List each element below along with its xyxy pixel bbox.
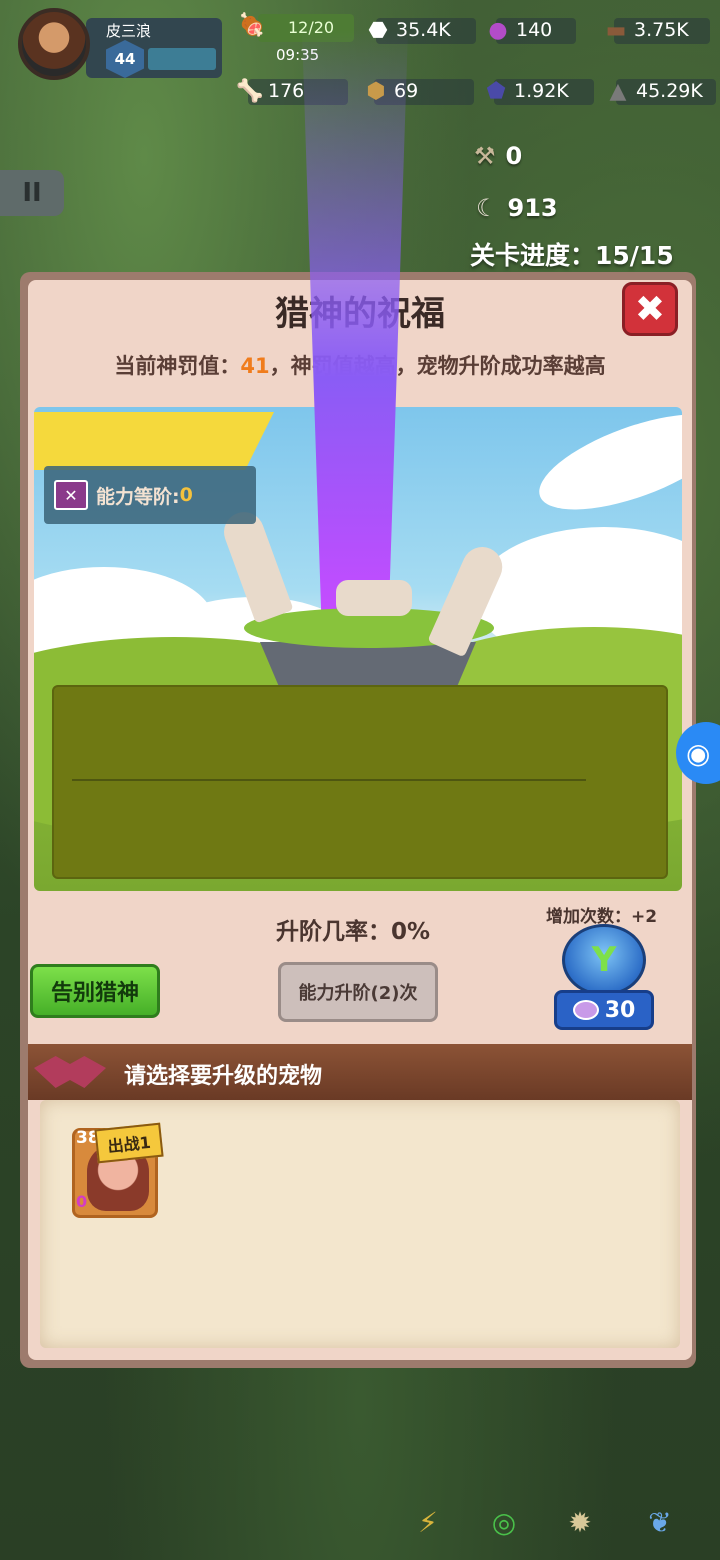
tool-count: 0 bbox=[505, 142, 523, 170]
bone-icon: 🦴 bbox=[236, 78, 264, 104]
wood-icon: ▬ bbox=[605, 17, 627, 43]
ability-value: 0 bbox=[179, 484, 193, 506]
ability-level-tag: ✕ 能力等阶: 0 bbox=[44, 466, 256, 524]
punishment-value: 41 bbox=[240, 354, 270, 378]
gamepad-icon: ◉ bbox=[686, 736, 711, 770]
add-count-orb-button[interactable]: Y bbox=[562, 924, 646, 996]
pause-icon: II bbox=[22, 178, 42, 208]
ore-icon: ▲ bbox=[609, 78, 627, 104]
meat-icon: 🍖 bbox=[238, 12, 266, 38]
pet-deploy-tag: 出战1 bbox=[94, 1122, 164, 1164]
pickaxe-icon: ⚒ bbox=[474, 142, 496, 170]
cloud bbox=[528, 407, 682, 530]
resource-wood[interactable]: ▬ 3.75K bbox=[600, 15, 710, 45]
ability-icon: ✕ bbox=[54, 480, 88, 510]
resource-ore[interactable]: ▲ 45.29K bbox=[602, 76, 716, 106]
add-count-cost[interactable]: 30 bbox=[554, 990, 654, 1030]
claw-stat: ☾ 913 bbox=[476, 194, 558, 222]
claw-icon: ☾ bbox=[476, 194, 498, 222]
crystal-icon: ⬟ bbox=[486, 78, 506, 104]
cost-value: 30 bbox=[604, 997, 636, 1023]
player-name: 皮三浪 bbox=[106, 22, 152, 40]
energy-resource[interactable]: 🍖 bbox=[236, 10, 268, 40]
resource-value: 140 bbox=[516, 19, 553, 41]
resource-orb[interactable]: ● 140 bbox=[482, 15, 576, 45]
upgrade-rate: 升阶几率：0% bbox=[276, 919, 431, 945]
player-avatar[interactable] bbox=[18, 8, 90, 80]
resource-value: 69 bbox=[394, 80, 419, 102]
pet-select-prompt: 请选择要升级的宠物 bbox=[124, 1064, 323, 1089]
close-icon: ✖ bbox=[634, 288, 666, 330]
claw-count: 913 bbox=[507, 194, 558, 222]
lightning-icon[interactable]: ⚡ bbox=[408, 1502, 448, 1542]
stone-icon: ⬣ bbox=[368, 17, 388, 43]
resource-value: 176 bbox=[268, 80, 305, 102]
fossil-icon: ⬢ bbox=[366, 78, 386, 104]
pause-button[interactable]: II bbox=[0, 170, 64, 216]
resource-fossil[interactable]: ⬢ 69 bbox=[360, 76, 474, 106]
purple-orb-icon bbox=[572, 1000, 599, 1020]
resource-value: 1.92K bbox=[514, 80, 569, 102]
resource-stone[interactable]: ⬣ 35.4K bbox=[362, 15, 476, 45]
resource-crystal[interactable]: ⬟ 1.92K bbox=[480, 76, 594, 106]
sun-icon[interactable]: ✹ bbox=[560, 1502, 600, 1542]
purple-orb-icon: ● bbox=[488, 17, 508, 43]
sprout-icon: Y bbox=[591, 940, 617, 980]
close-button[interactable]: ✖ bbox=[622, 282, 678, 336]
bone-center bbox=[336, 580, 412, 616]
wing-icon[interactable]: ❦ bbox=[640, 1502, 680, 1542]
ability-label: 能力等阶: bbox=[96, 485, 180, 508]
resource-value: 35.4K bbox=[396, 19, 451, 41]
info-divider bbox=[72, 779, 586, 781]
resource-bone[interactable]: 🦴 176 bbox=[234, 76, 348, 106]
farewell-button[interactable]: 告别猎神 bbox=[30, 964, 160, 1018]
resource-value: 45.29K bbox=[636, 80, 703, 102]
tool-stat: ⚒ 0 bbox=[474, 142, 522, 170]
yellow-ribbon bbox=[34, 412, 274, 470]
ability-info-box bbox=[52, 685, 668, 879]
swirl-icon[interactable]: ◎ bbox=[484, 1502, 524, 1542]
pet-stars: 0 bbox=[76, 1192, 88, 1211]
resource-value: 3.75K bbox=[634, 19, 689, 41]
ability-upgrade-button[interactable]: 能力升阶(2)次 bbox=[278, 962, 438, 1022]
player-xp-bar bbox=[148, 48, 216, 70]
subtitle-prefix: 当前神罚值： bbox=[114, 354, 241, 378]
stage-progress: 关卡进度：15/15 bbox=[470, 241, 674, 270]
